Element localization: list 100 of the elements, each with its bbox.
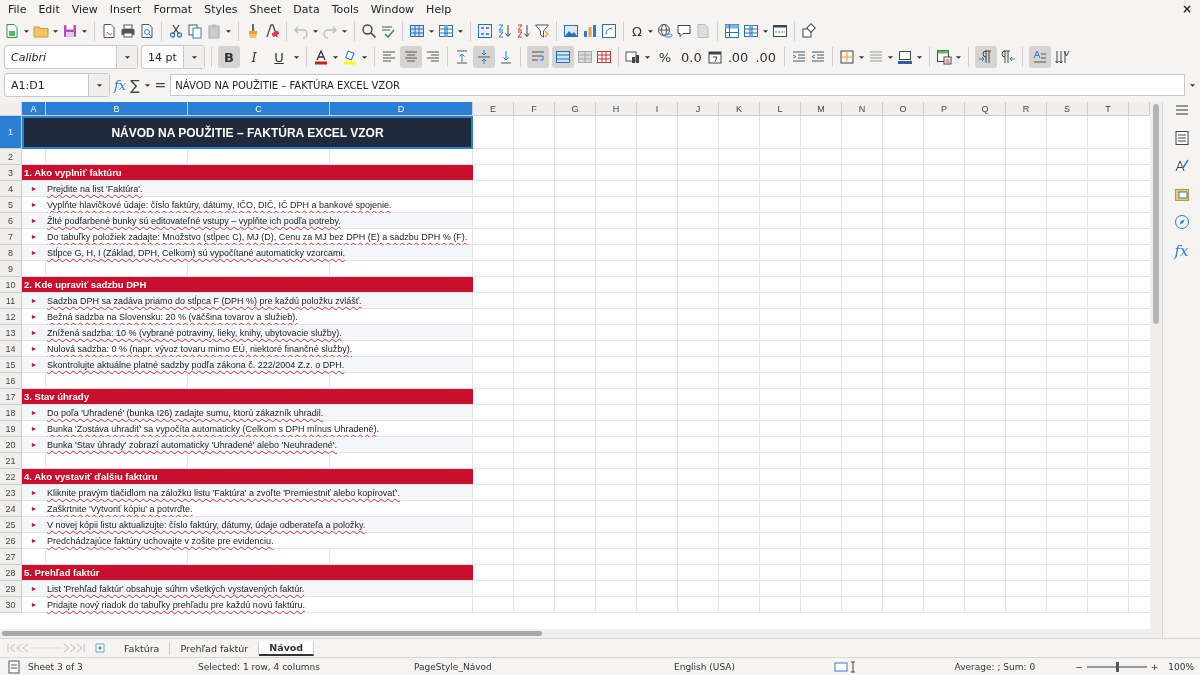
row-header[interactable]: 3	[0, 165, 22, 181]
row-header[interactable]: 11	[0, 293, 22, 309]
column-header[interactable]: T	[1088, 102, 1129, 116]
sort-descending-icon[interactable]	[515, 23, 531, 39]
row-header[interactable]: 26	[0, 533, 22, 549]
column-header[interactable]: K	[719, 102, 760, 116]
row-icon[interactable]	[409, 23, 425, 39]
column-header[interactable]: J	[678, 102, 719, 116]
row-header[interactable]: 28	[0, 565, 22, 581]
row-header[interactable]: 1	[0, 116, 22, 149]
horizontal-scrollbar[interactable]	[2, 631, 542, 636]
copy-icon[interactable]	[187, 23, 203, 39]
menu-item[interactable]: Window	[364, 2, 421, 16]
zoom-in-button[interactable]: +	[1150, 661, 1159, 672]
menu-item[interactable]: Tools	[325, 2, 365, 16]
row-header[interactable]: 8	[0, 245, 22, 261]
row-header[interactable]: 24	[0, 501, 22, 517]
cut-icon[interactable]	[168, 23, 184, 39]
font-name-field[interactable]: Calibri	[4, 45, 138, 69]
font-size-field[interactable]: 14 pt	[141, 45, 205, 69]
row-header[interactable]: 30	[0, 597, 22, 613]
underline-button[interactable]: U	[268, 46, 290, 68]
column-header[interactable]: I	[637, 102, 678, 116]
name-box[interactable]: A1:D1	[4, 73, 110, 97]
column-header[interactable]: L	[760, 102, 801, 116]
functions-button[interactable]: fx	[1174, 242, 1189, 260]
column-header[interactable]: G	[555, 102, 596, 116]
conditional-format-icon[interactable]	[936, 49, 953, 65]
sort-icon[interactable]	[477, 23, 493, 39]
row-header[interactable]: 23	[0, 485, 22, 501]
sheet-tab[interactable]: Návod	[259, 640, 315, 656]
highlighter-icon[interactable]	[342, 49, 358, 65]
row-header[interactable]: 25	[0, 517, 22, 533]
row-header[interactable]: 7	[0, 229, 22, 245]
menu-item[interactable]: Edit	[32, 2, 66, 16]
zoom-slider-thumb[interactable]	[1115, 661, 1119, 672]
save-icon[interactable]	[62, 23, 78, 39]
percent-button[interactable]: %	[654, 46, 676, 68]
sort-ascending-icon[interactable]	[496, 23, 512, 39]
menu-icon[interactable]	[1173, 102, 1190, 118]
properties-icon[interactable]	[1173, 130, 1190, 146]
special-character-button[interactable]: Ω	[630, 23, 644, 39]
print-preview-icon[interactable]	[139, 23, 155, 39]
navigator-icon[interactable]	[1173, 214, 1190, 230]
menu-item[interactable]: File	[2, 2, 33, 16]
row-header[interactable]: 12	[0, 309, 22, 325]
pilcrow-left-icon[interactable]	[1000, 49, 1017, 65]
function-wizard-button[interactable]: fx	[114, 77, 127, 93]
pdf-document-icon[interactable]	[101, 23, 117, 39]
row-header[interactable]: 18	[0, 405, 22, 421]
delete-decimal-button[interactable]: .00	[753, 46, 779, 68]
column-header[interactable]: H	[596, 102, 637, 116]
spellcheck-icon[interactable]	[380, 23, 396, 39]
column-icon[interactable]	[438, 23, 454, 39]
row-header[interactable]: 22	[0, 469, 22, 485]
shapes-icon[interactable]	[800, 23, 817, 39]
border-color-icon[interactable]	[897, 49, 914, 65]
row-header[interactable]: 16	[0, 373, 22, 389]
row-header[interactable]: 20	[0, 437, 22, 453]
column-header[interactable]: B	[46, 102, 188, 116]
zoom-out-button[interactable]: −	[1075, 661, 1083, 672]
pivot-table-icon[interactable]	[601, 23, 617, 39]
comment-icon[interactable]	[675, 23, 692, 39]
window-split-icon[interactable]	[771, 23, 788, 39]
unmerge-cells-icon[interactable]	[577, 49, 593, 65]
new-spreadsheet-icon[interactable]	[4, 23, 20, 39]
vertical-scrollbar[interactable]	[1153, 104, 1159, 324]
menu-item[interactable]: Sheet	[243, 2, 288, 16]
row-header[interactable]: 13	[0, 325, 22, 341]
column-header[interactable]: Q	[965, 102, 1006, 116]
split-icon[interactable]	[742, 23, 759, 39]
chart-icon[interactable]	[582, 23, 598, 39]
formula-button[interactable]: =	[154, 77, 167, 93]
column-header[interactable]: E	[473, 102, 514, 116]
row-header[interactable]: 15	[0, 357, 22, 373]
row-header[interactable]: 14	[0, 341, 22, 357]
bold-button[interactable]: B	[218, 46, 240, 68]
gallery-icon[interactable]	[1173, 186, 1190, 202]
vertical-text-icon[interactable]	[1054, 49, 1071, 65]
column-header[interactable]: D	[330, 102, 473, 116]
row-header[interactable]: 2	[0, 149, 22, 165]
formula-input[interactable]: NÁVOD NA POUŽITIE – FAKTÚRA EXCEL VZOR	[170, 74, 1185, 96]
sum-button[interactable]: ∑	[130, 77, 140, 93]
row-header[interactable]: 27	[0, 549, 22, 565]
menu-item[interactable]: Styles	[198, 2, 244, 16]
menu-item[interactable]: Insert	[103, 2, 148, 16]
calendar-icon[interactable]	[706, 49, 723, 65]
column-header[interactable]: A	[22, 102, 46, 116]
row-header[interactable]: 4	[0, 181, 22, 197]
styles-icon[interactable]	[1173, 158, 1190, 174]
menu-item[interactable]: View	[65, 2, 104, 16]
add-decimal-button[interactable]: .00	[725, 46, 751, 68]
column-header[interactable]: P	[924, 102, 965, 116]
row-header[interactable]: 21	[0, 453, 22, 469]
row-header[interactable]: 5	[0, 197, 22, 213]
row-header[interactable]: 19	[0, 421, 22, 437]
menu-item[interactable]: Help	[420, 2, 458, 16]
close-button[interactable]: ×	[1175, 2, 1198, 16]
column-header[interactable]: M	[801, 102, 842, 116]
find-replace-icon[interactable]	[361, 23, 377, 39]
